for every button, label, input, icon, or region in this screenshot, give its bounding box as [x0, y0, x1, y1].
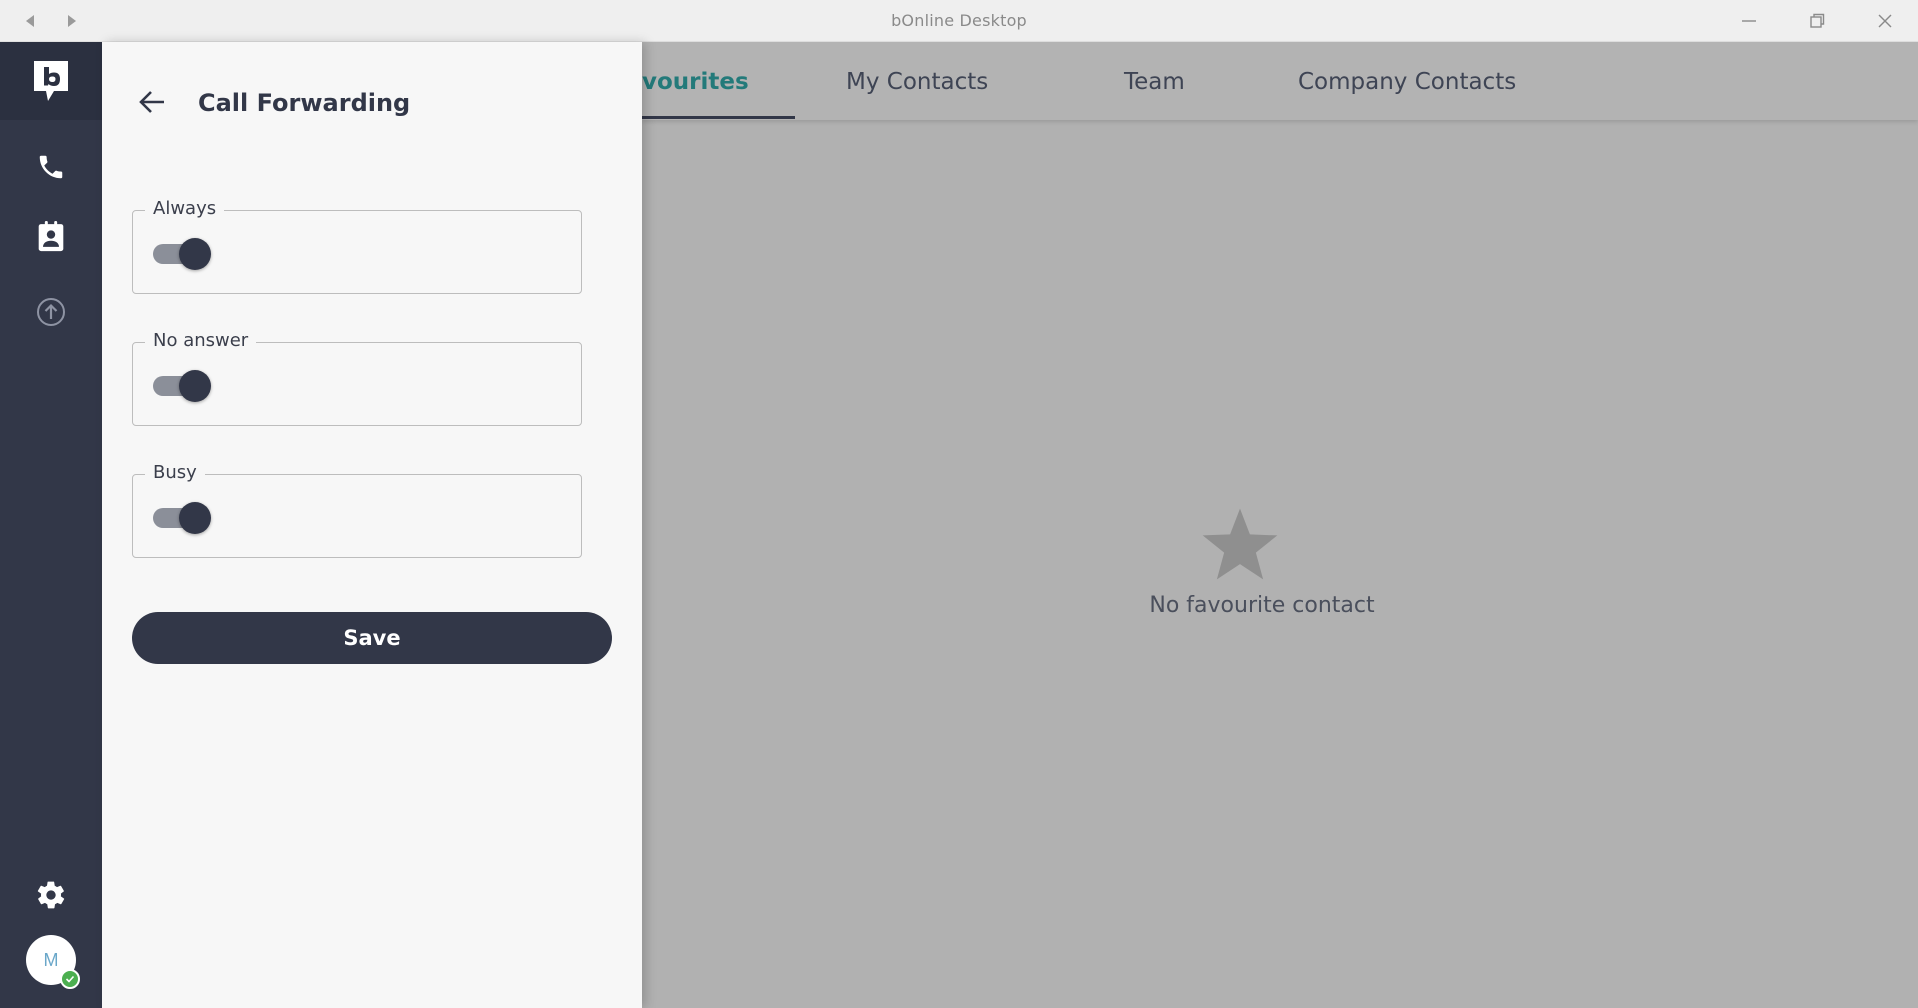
bonline-logo-icon	[34, 61, 68, 101]
avatar-initial: M	[43, 949, 59, 970]
contacts-icon	[38, 221, 64, 252]
close-icon[interactable]	[1863, 6, 1907, 36]
calls-nav-button[interactable]	[0, 139, 102, 195]
toggle-knob	[179, 370, 211, 402]
title-bar: bOnline Desktop	[0, 0, 1918, 42]
star-icon	[1202, 508, 1278, 580]
save-button[interactable]: Save	[132, 612, 612, 664]
minimize-icon[interactable]	[1727, 6, 1771, 36]
settings-nav-button[interactable]	[0, 867, 102, 923]
gear-icon	[37, 881, 65, 909]
window-title: bOnline Desktop	[891, 11, 1027, 30]
upload-circle-icon	[37, 298, 65, 326]
empty-state: No favourite contact	[642, 42, 1918, 1008]
phone-icon	[39, 155, 63, 179]
field-label: Always	[145, 198, 225, 219]
drawer-title: Call Forwarding	[198, 89, 411, 117]
app-logo[interactable]	[0, 42, 102, 120]
left-rail: M	[0, 42, 102, 1008]
always-toggle[interactable]	[153, 238, 211, 270]
no-answer-forwarding-group: No answer	[132, 330, 582, 426]
contacts-nav-button[interactable]	[0, 209, 102, 265]
toggle-knob	[179, 238, 211, 270]
field-label: Busy	[145, 462, 205, 483]
presence-status-icon	[60, 969, 80, 989]
field-label: No answer	[145, 330, 257, 351]
restore-icon[interactable]	[1795, 6, 1839, 36]
always-forwarding-group: Always	[132, 198, 582, 294]
upload-nav-button[interactable]	[0, 284, 102, 340]
call-forwarding-drawer: Call Forwarding Always No answer Busy Sa…	[102, 42, 642, 1008]
back-button[interactable]	[132, 82, 172, 122]
no-answer-toggle[interactable]	[153, 370, 211, 402]
avatar[interactable]: M	[26, 935, 80, 989]
empty-state-text: No favourite contact	[1149, 593, 1375, 618]
arrow-left-icon	[139, 91, 164, 113]
busy-toggle[interactable]	[153, 502, 211, 534]
busy-forwarding-group: Busy	[132, 462, 582, 558]
toggle-knob	[179, 502, 211, 534]
main-content: vourites My Contacts Team Company Contac…	[642, 42, 1918, 1008]
